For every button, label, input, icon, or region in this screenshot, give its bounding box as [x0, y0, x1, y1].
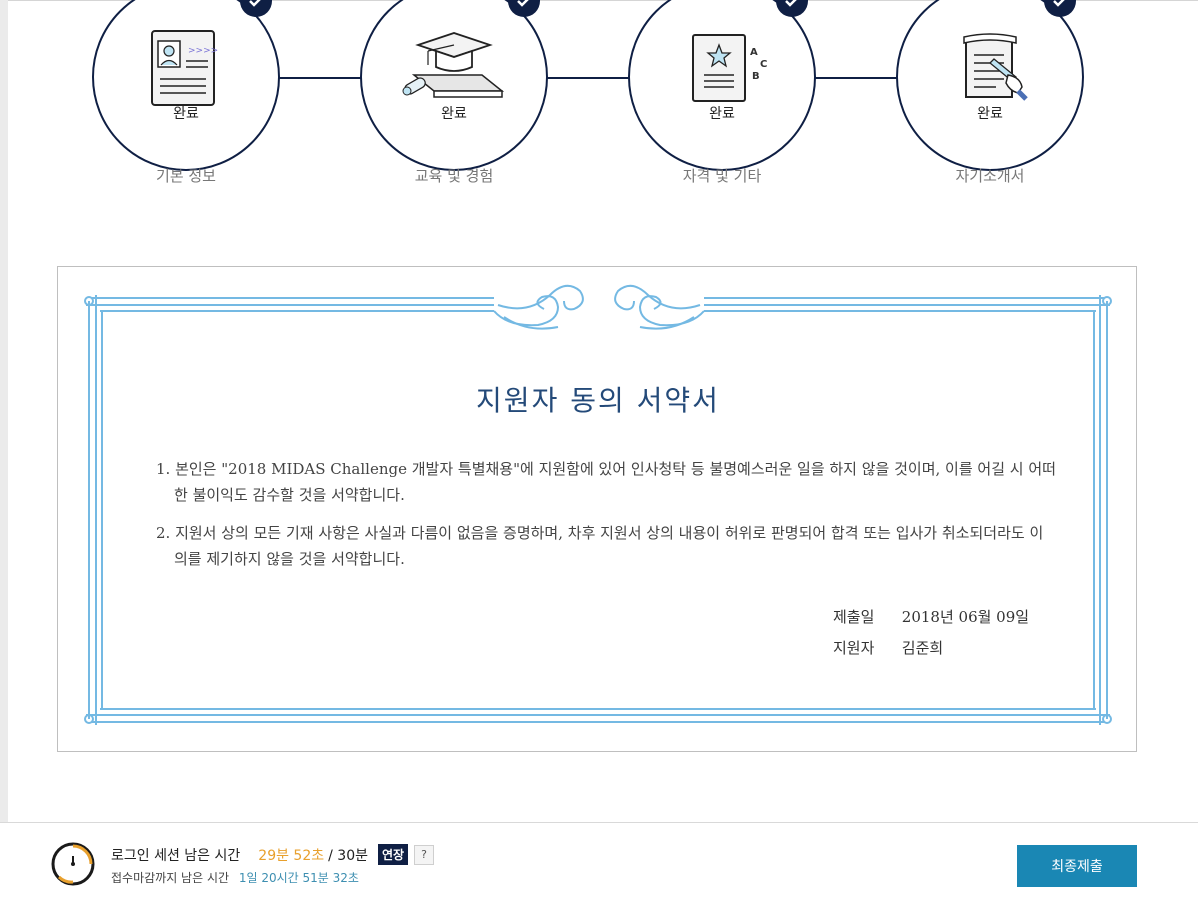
step-connector: [815, 77, 897, 79]
step-cover-letter[interactable]: 완료 자기소개서: [896, 0, 1084, 213]
resume-icon: >>>>: [151, 30, 218, 106]
consent-clause-1: 1. 본인은 "2018 MIDAS Challenge 개발자 특별채용"에 …: [156, 460, 1056, 504]
application-page: >>>> 완료 기본 정보 완료 교육 및 경험 A C B 완료 자격 및 기…: [8, 0, 1198, 822]
step-basic-info[interactable]: >>>> 완료 기본 정보: [92, 0, 280, 213]
svg-text:>>>>: >>>>: [188, 46, 218, 56]
step-connector: [547, 77, 629, 79]
svg-text:A: A: [750, 47, 758, 58]
session-footer: 로그인 세션 남은 시간 29분 52초 / 30분 연장 ? 접수마감까지 남…: [0, 822, 1198, 898]
deadline-timer: 접수마감까지 남은 시간 1일 20시간 51분 32초: [111, 869, 359, 886]
svg-text:C: C: [760, 59, 767, 70]
step-status: 완료: [977, 106, 1003, 122]
certificate-frame: [84, 284, 1112, 725]
consent-certificate: 지원자 동의 서약서 1. 본인은 "2018 MIDAS Challenge …: [57, 266, 1137, 752]
applicant-row: 지원자 김준희: [833, 637, 943, 658]
step-qualifications[interactable]: A C B 완료 자격 및 기타: [628, 0, 816, 213]
step-education[interactable]: 완료 교육 및 경험: [360, 0, 548, 213]
step-status: 완료: [709, 106, 735, 122]
step-label: 교육 및 경험: [414, 167, 494, 185]
help-button[interactable]: ?: [414, 844, 435, 865]
step-label: 자격 및 기타: [682, 167, 762, 185]
clock-icon: [51, 842, 95, 886]
svg-text:B: B: [752, 71, 760, 82]
submit-date-value: 2018년 06월 09일: [901, 608, 1030, 626]
session-label: 로그인 세션 남은 시간: [111, 847, 241, 864]
consent-clause-2: 2. 지원서 상의 모든 기재 사항은 사실과 다름이 없음을 증명하며, 차후…: [156, 524, 1044, 568]
deadline-remaining: 1일 20시간 51분 32초: [238, 871, 359, 885]
certificate-title: 지원자 동의 서약서: [476, 384, 720, 417]
final-submit-button[interactable]: 최종제출: [1017, 845, 1137, 887]
step-status: 완료: [173, 106, 199, 122]
extend-session-button[interactable]: 연장: [378, 844, 409, 865]
submit-date-label: 제출일: [833, 608, 875, 626]
deadline-label: 접수마감까지 남은 시간: [111, 871, 230, 885]
submit-date-row: 제출일 2018년 06월 09일: [833, 606, 1029, 627]
certificate-abc-icon: A C B: [692, 34, 767, 102]
step-connector: [279, 77, 361, 79]
step-label: 기본 정보: [156, 167, 216, 185]
session-total: / 30분: [328, 847, 368, 864]
step-status: 완료: [441, 106, 467, 122]
session-remaining: 29분 52초: [258, 847, 325, 864]
applicant-label: 지원자: [833, 639, 875, 657]
graduation-cap-icon: [402, 32, 505, 98]
session-timer: 로그인 세션 남은 시간 29분 52초 / 30분 연장 ?: [111, 844, 435, 865]
writing-hand-icon: [963, 33, 1028, 101]
step-label: 자기소개서: [955, 167, 1025, 185]
applicant-name: 김준희: [901, 639, 944, 657]
